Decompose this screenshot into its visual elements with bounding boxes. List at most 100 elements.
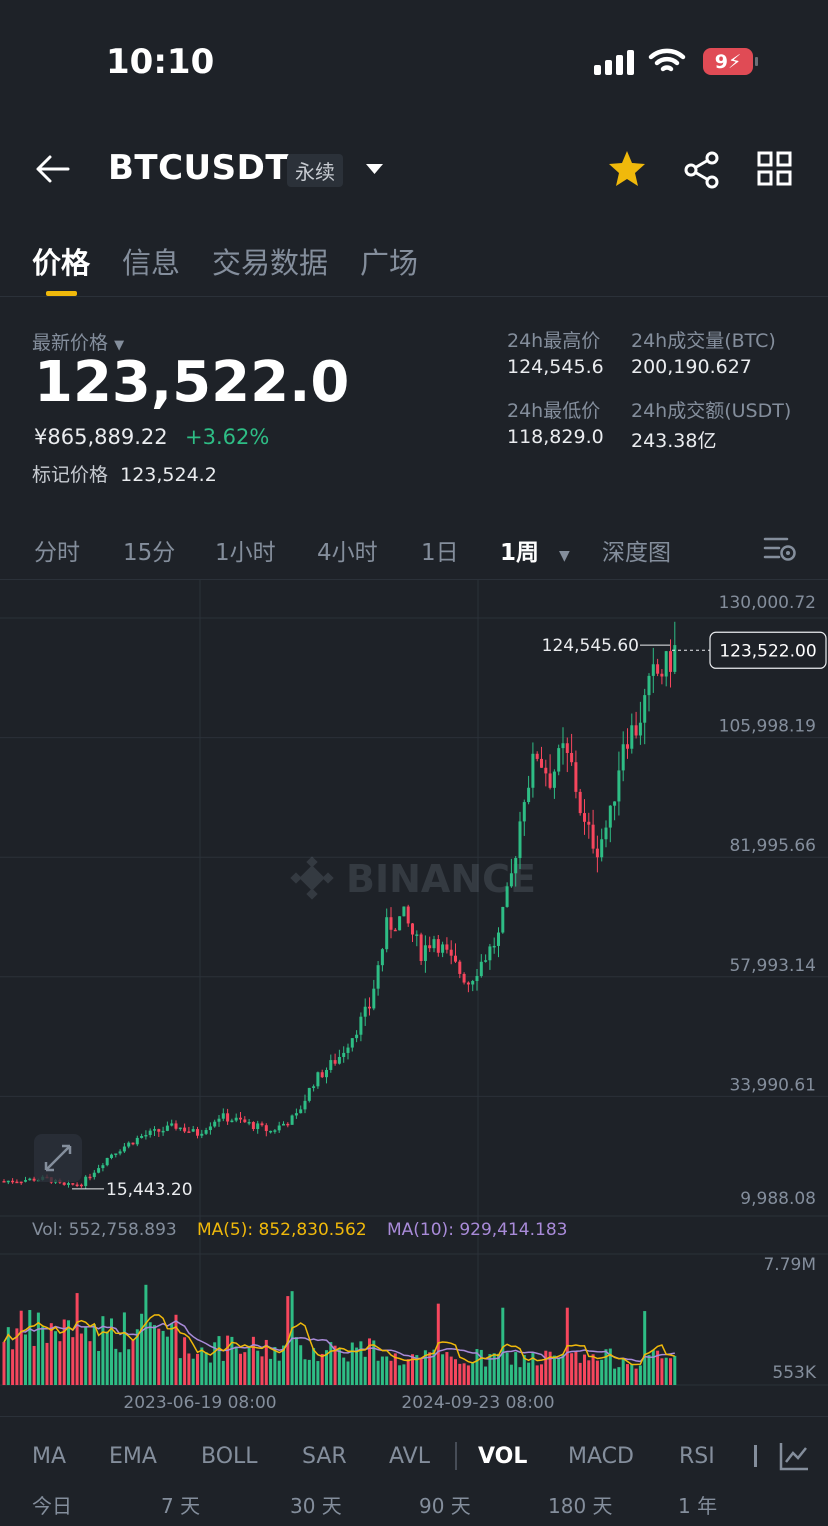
volume-bar [217, 1336, 221, 1385]
indicator-ma[interactable]: MA [32, 1444, 66, 1469]
binance-watermark: BINANCE [290, 856, 536, 901]
wifi-icon [648, 48, 686, 72]
back-arrow-icon[interactable] [34, 152, 72, 186]
candle [226, 1113, 230, 1122]
volume-bar [178, 1358, 182, 1385]
volume-bar [578, 1362, 582, 1385]
volume-bar [144, 1284, 148, 1385]
candle [256, 1123, 260, 1130]
range-30d[interactable]: 30 天 [290, 1490, 342, 1519]
candle [626, 744, 629, 749]
candle [664, 651, 668, 677]
candle [411, 923, 414, 935]
volume-bar [669, 1358, 672, 1385]
volume-bar [294, 1337, 298, 1385]
volume-bar [402, 1364, 406, 1385]
indicator-vol[interactable]: VOL [478, 1444, 527, 1469]
candle [19, 1181, 23, 1184]
high-marker-label: 124,545.60 [542, 636, 639, 656]
volume-bar [595, 1360, 599, 1385]
candle [105, 1157, 109, 1166]
volume-bar [2, 1342, 6, 1385]
candle [208, 1126, 212, 1131]
volume-bar [630, 1363, 634, 1385]
battery-icon: 9 ⚡ [703, 48, 758, 75]
expand-chart-button[interactable] [34, 1134, 82, 1182]
interval-1w[interactable]: 1周 ▼ [500, 533, 602, 567]
candle [131, 1142, 135, 1145]
candle [204, 1130, 208, 1134]
low-marker-label: 15,443.20 [106, 1180, 193, 1200]
tab-info[interactable]: 信息 [122, 240, 180, 282]
indicator-rsi[interactable]: RSI [679, 1444, 715, 1469]
candle [84, 1176, 88, 1186]
candle [161, 1130, 165, 1133]
range-90d[interactable]: 90 天 [419, 1490, 471, 1519]
interval-depth-chart[interactable]: 深度图 [602, 533, 671, 567]
candle [406, 906, 410, 924]
candle [518, 821, 522, 859]
tab-square[interactable]: 广场 [360, 240, 418, 282]
divider [0, 296, 828, 297]
volume-bar [11, 1349, 15, 1385]
interval-4h[interactable]: 4小时 [317, 533, 421, 567]
symbol-title[interactable]: BTCUSDT [108, 148, 289, 188]
range-today[interactable]: 今日 [32, 1490, 72, 1519]
candle [501, 906, 505, 933]
share-icon[interactable] [682, 150, 722, 190]
interval-15m[interactable]: 15分 [123, 533, 215, 567]
candle [634, 725, 638, 736]
volume-bar [187, 1353, 191, 1385]
candle [630, 725, 634, 749]
volume-bar [638, 1365, 642, 1385]
current-price-label: 123,522.00 [719, 641, 816, 661]
indicator-sar[interactable]: SAR [302, 1444, 347, 1469]
indicator-macd[interactable]: MACD [568, 1444, 634, 1469]
indicator-boll[interactable]: BOLL [201, 1444, 258, 1469]
volume-bar [54, 1331, 58, 1385]
volume-bar [45, 1342, 49, 1385]
interval-time-share[interactable]: 分时 [34, 533, 123, 567]
candle [552, 771, 556, 788]
volume-bar [664, 1357, 668, 1385]
interval-1d[interactable]: 1日 [421, 533, 500, 567]
candle [294, 1113, 298, 1116]
volume-bar [591, 1354, 595, 1385]
volume-bar [449, 1356, 453, 1385]
indicator-settings-icon[interactable] [778, 1440, 810, 1472]
range-1y[interactable]: 1 年 [678, 1490, 717, 1519]
tab-price[interactable]: 价格 [32, 240, 90, 282]
candle [613, 801, 617, 806]
tab-trading-data[interactable]: 交易数据 [212, 240, 328, 282]
low-label: 24h最低价 [507, 400, 601, 422]
y-axis-label: 9,988.08 [740, 1189, 816, 1209]
candle [2, 1181, 6, 1183]
chart-settings-icon[interactable] [763, 536, 797, 562]
candlestick-chart[interactable]: BINANCE 130,000.72 105,998.19 81,995.66 57,… [0, 580, 828, 1415]
candle [221, 1113, 225, 1119]
range-180d[interactable]: 180 天 [548, 1490, 613, 1519]
favorite-star-icon[interactable] [607, 149, 647, 189]
indicator-avl[interactable]: AVL [389, 1444, 430, 1469]
volume-axis-label: 553K [772, 1363, 816, 1383]
volume-bar [398, 1365, 402, 1385]
last-price: 123,522.0 [34, 350, 350, 415]
volume-bar [471, 1362, 475, 1385]
candle [277, 1125, 281, 1131]
volume-bar [380, 1356, 384, 1385]
candle [565, 743, 569, 753]
candle [153, 1129, 156, 1131]
indicator-ema[interactable]: EMA [109, 1444, 157, 1469]
volume-bar [454, 1359, 457, 1385]
grid-menu-icon[interactable] [757, 151, 793, 187]
volume-bar [148, 1322, 152, 1385]
interval-1h[interactable]: 1小时 [215, 533, 317, 567]
range-7d[interactable]: 7 天 [161, 1490, 200, 1519]
candle [183, 1127, 187, 1132]
volume-bar [673, 1355, 677, 1385]
candle [213, 1121, 217, 1127]
y-axis-label: 81,995.66 [729, 836, 816, 856]
volume-bar [316, 1361, 320, 1385]
symbol-dropdown-icon[interactable] [364, 162, 386, 176]
volume-bars [2, 1284, 677, 1385]
